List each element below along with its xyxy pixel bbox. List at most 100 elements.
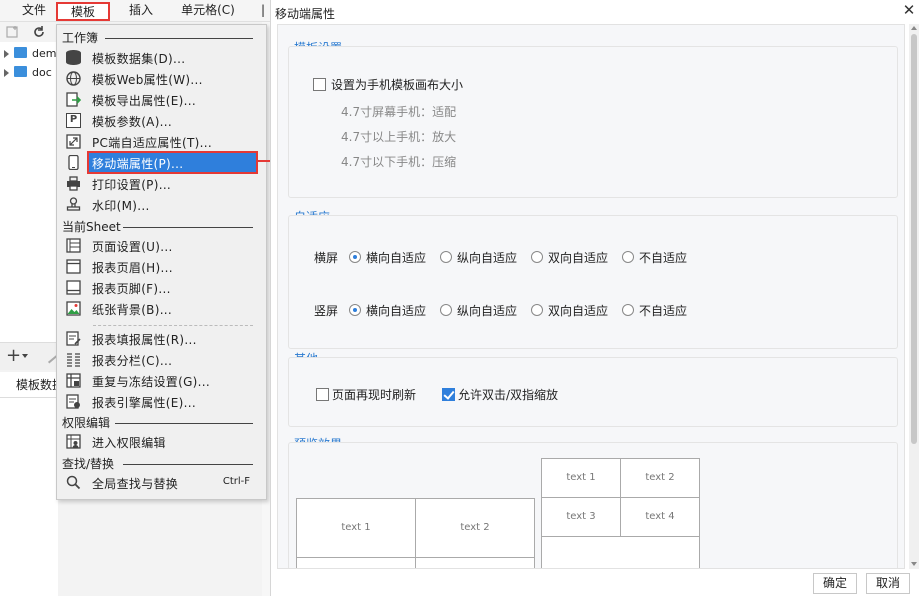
- zoom-checkbox[interactable]: [442, 388, 455, 401]
- menu-item-dataset[interactable]: 模板数据集(D)...: [63, 48, 260, 68]
- preview-cell-empty: [296, 557, 416, 568]
- image-icon: [66, 301, 81, 316]
- tree-folder-2[interactable]: doc: [4, 65, 52, 81]
- radio-label: 纵向自适应: [457, 304, 518, 318]
- refresh-checkbox[interactable]: [316, 388, 329, 401]
- form-edit-icon: [66, 331, 81, 346]
- dataset-tab[interactable]: 模板数据: [0, 372, 58, 398]
- menu-insert[interactable]: 插入: [118, 2, 164, 21]
- header-icon: [66, 259, 81, 274]
- template-settings-box: 设置为手机模板画布大小 4.7寸屏幕手机：适配 4.7寸以上手机：放大 4.7寸…: [288, 46, 898, 198]
- menu-item-header[interactable]: 报表页眉(H)...: [63, 257, 260, 277]
- stamp-icon: [66, 197, 81, 211]
- preview-cell-empty: [541, 536, 700, 568]
- menu-template[interactable]: 模板: [56, 2, 110, 21]
- section-divider: [115, 423, 253, 424]
- folder-icon: [14, 47, 27, 58]
- engine-icon: [66, 394, 80, 409]
- menu-item-engine-properties[interactable]: 报表引擎属性(E)...: [63, 392, 260, 412]
- hint-text: 4.7寸屏幕手机：适配: [341, 105, 457, 119]
- search-icon: [66, 475, 81, 490]
- landscape-radio-vertical[interactable]: [440, 251, 452, 263]
- section-divider: [105, 38, 253, 39]
- globe-icon: [66, 71, 81, 86]
- section-divider: [123, 464, 253, 465]
- landscape-radio-horizontal[interactable]: [349, 251, 361, 263]
- freeze-icon: [66, 373, 81, 388]
- radio-label: 纵向自适应: [457, 251, 518, 265]
- menu-item-export-properties[interactable]: 模板导出属性(E)...: [63, 90, 260, 110]
- portrait-radio-none[interactable]: [622, 304, 634, 316]
- mobile-canvas-checkbox[interactable]: [313, 78, 326, 91]
- folder-icon: [14, 66, 27, 77]
- left-toolbar: [0, 22, 58, 42]
- preview-cell: text 3: [541, 497, 621, 537]
- menu-more[interactable]: |: [258, 2, 268, 21]
- menu-item-fill-properties[interactable]: 报表填报属性(R)...: [63, 329, 260, 349]
- ok-button[interactable]: 确定: [813, 573, 857, 594]
- landscape-radio-both[interactable]: [531, 251, 543, 263]
- portrait-radio-vertical[interactable]: [440, 304, 452, 316]
- menu-item-pc-adaptive[interactable]: PC端自适应属性(T)...: [63, 132, 260, 152]
- preview-cell: text 4: [620, 497, 700, 537]
- shortcut-label: Ctrl-F: [222, 476, 250, 487]
- file-tree: dem doc: [0, 42, 58, 342]
- preview-cell: text 2: [620, 458, 700, 498]
- radio-label: 不自适应: [639, 304, 688, 318]
- radio-label: 不自适应: [639, 251, 688, 265]
- menu-item-columns[interactable]: 报表分栏(C)...: [63, 350, 260, 370]
- cancel-button[interactable]: 取消: [866, 573, 910, 594]
- menu-item-find-replace[interactable]: 全局查找与替换 Ctrl-F: [63, 473, 260, 493]
- hint-text: 4.7寸以下手机：压缩: [341, 155, 457, 169]
- menu-bar: 文件 模板 插入 单元格(C) |: [0, 0, 270, 22]
- menu-item-watermark[interactable]: 水印(M)...: [63, 195, 260, 215]
- section-find-replace: 查找/替换: [62, 457, 115, 471]
- expand-caret-icon[interactable]: [4, 50, 9, 58]
- radio-label: 横向自适应: [366, 251, 427, 265]
- printer-icon: [67, 176, 80, 191]
- add-icon[interactable]: +: [6, 347, 21, 365]
- permission-icon: [66, 434, 81, 449]
- menu-item-parameters[interactable]: P 模板参数(A)...: [63, 111, 260, 131]
- radio-label: 双向自适应: [548, 304, 609, 318]
- dialog-footer: 确定 取消: [271, 570, 923, 596]
- portrait-radio-both[interactable]: [531, 304, 543, 316]
- refresh-label: 页面再现时刷新: [332, 388, 417, 402]
- menu-item-footer[interactable]: 报表页脚(F)...: [63, 278, 260, 298]
- menu-item-print-settings[interactable]: 打印设置(P)...: [63, 174, 260, 194]
- page-setup-icon: [66, 238, 81, 253]
- chevron-down-icon[interactable]: [22, 354, 28, 358]
- landscape-radio-none[interactable]: [622, 251, 634, 263]
- preview-cell-empty: [415, 557, 535, 568]
- menu-file[interactable]: 文件: [14, 2, 54, 21]
- dialog-body: 模板设置 设置为手机模板画布大小 4.7寸屏幕手机：适配 4.7寸以上手机：放大…: [277, 24, 905, 569]
- preview-cell: text 1: [296, 498, 416, 558]
- scroll-down-icon[interactable]: [911, 562, 917, 566]
- section-workbook: 工作簿: [62, 31, 99, 45]
- new-file-icon[interactable]: [6, 25, 20, 39]
- portrait-radio-horizontal[interactable]: [349, 304, 361, 316]
- menu-item-permission-edit[interactable]: 进入权限编辑: [63, 432, 260, 452]
- scroll-thumb[interactable]: [911, 34, 917, 444]
- scroll-up-icon[interactable]: [911, 26, 917, 30]
- export-icon: [66, 92, 81, 107]
- refresh-icon[interactable]: [32, 25, 46, 39]
- menu-item-paper-background[interactable]: 纸张背景(B)...: [63, 299, 260, 319]
- menu-item-page-setup[interactable]: 页面设置(U)...: [63, 236, 260, 256]
- parameter-icon: P: [66, 113, 81, 128]
- section-permission: 权限编辑: [62, 416, 111, 430]
- adaptive-box: 横屏 横向自适应 纵向自适应 双向自适应 不自适应 竖屏 横向自适应 纵向自适应…: [288, 215, 898, 349]
- close-icon[interactable]: ✕: [902, 3, 916, 18]
- menu-item-web-properties[interactable]: 模板Web属性(W)...: [63, 69, 260, 89]
- tree-folder-1[interactable]: dem: [4, 46, 56, 62]
- template-dropdown-menu: 工作簿 模板数据集(D)... 模板Web属性(W)... 模板导出属性(E).…: [56, 24, 267, 500]
- resize-icon: [66, 134, 81, 149]
- mobile-phone-icon: [68, 155, 79, 170]
- dataset-panel: [0, 398, 58, 596]
- vertical-scrollbar[interactable]: [909, 24, 919, 569]
- expand-caret-icon[interactable]: [4, 69, 9, 77]
- radio-label: 双向自适应: [548, 251, 609, 265]
- menu-cell[interactable]: 单元格(C): [172, 2, 244, 21]
- menu-item-repeat-freeze[interactable]: 重复与冻结设置(G)...: [63, 371, 260, 391]
- menu-item-mobile-properties[interactable]: 移动端属性(P)...: [63, 153, 260, 173]
